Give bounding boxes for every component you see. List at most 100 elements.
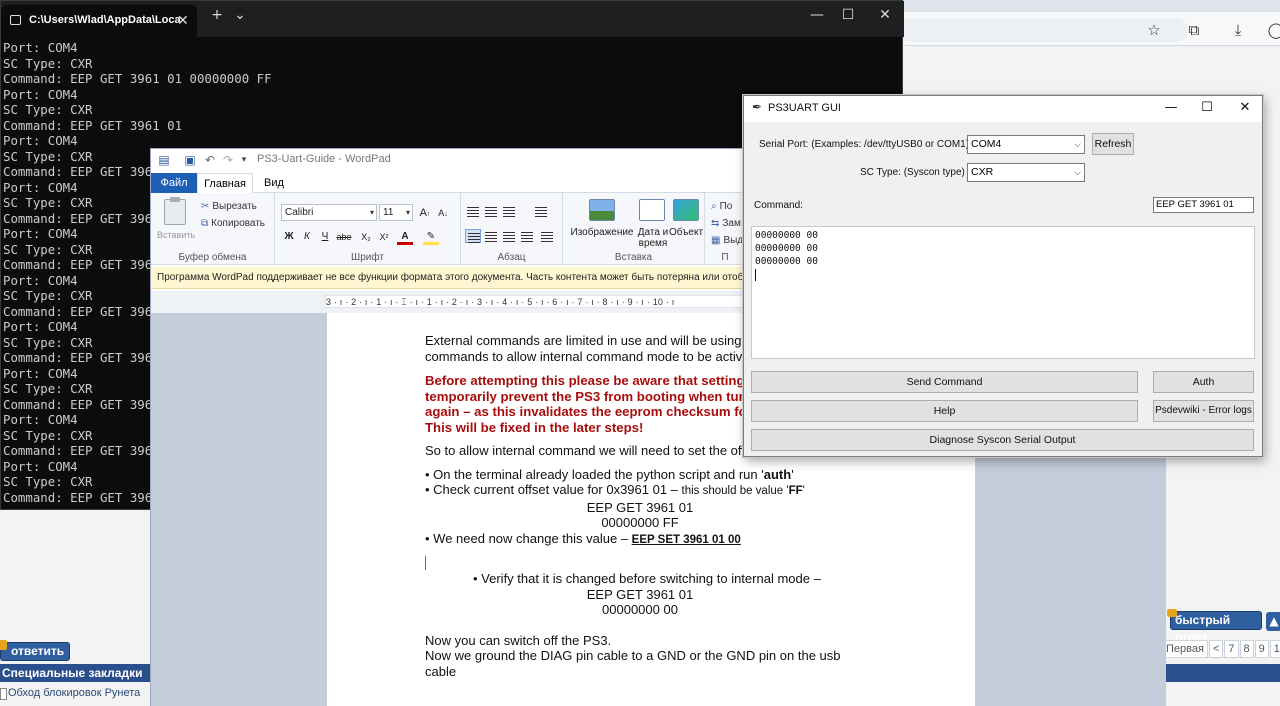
grow-font-icon[interactable]: A↑: [417, 205, 433, 221]
align-center-icon[interactable]: [483, 229, 499, 243]
font-family-select[interactable]: Calibri ▾: [281, 204, 377, 221]
reply-button[interactable]: ответить: [0, 640, 70, 661]
copy-label: Копировать: [211, 218, 265, 229]
replace-label: Зам: [722, 218, 741, 229]
help-button[interactable]: Help: [751, 400, 1138, 422]
terminal-tab[interactable]: C:\Users\Wlad\AppData\Loca ✕: [1, 5, 197, 37]
bypass-bookmark-link[interactable]: Обход блокировок Рунета: [0, 684, 160, 702]
increase-indent-icon[interactable]: [483, 204, 499, 218]
replace-button[interactable]: ⇆ Зам: [711, 218, 741, 229]
tab-view[interactable]: Вид: [255, 173, 293, 193]
select-all-button[interactable]: ▦ Выд: [711, 235, 743, 246]
justify-icon[interactable]: [519, 229, 535, 243]
downloads-icon[interactable]: ⤓: [1228, 20, 1248, 40]
close-icon[interactable]: ✕: [1235, 100, 1255, 115]
send-command-button[interactable]: Send Command: [751, 371, 1138, 393]
pager-page[interactable]: 9: [1254, 640, 1269, 658]
line-spacing-icon[interactable]: [533, 204, 549, 218]
font-family-value: Calibri: [285, 207, 314, 218]
strikethrough-button[interactable]: abe: [336, 229, 352, 245]
cut-label: Вырезать: [212, 201, 257, 212]
object-icon[interactable]: [673, 199, 699, 221]
undo-icon[interactable]: ↶: [203, 153, 217, 167]
feather-icon: ✒: [752, 100, 763, 114]
tab-close-icon[interactable]: ✕: [177, 5, 189, 35]
align-left-icon[interactable]: [465, 229, 481, 243]
doc-line: Now we ground the DIAG pin cable to a GN…: [425, 648, 841, 663]
shrink-font-icon[interactable]: A↓: [435, 205, 451, 221]
cut-button[interactable]: ✂ Вырезать: [201, 201, 257, 212]
pager-page[interactable]: 7: [1224, 640, 1239, 658]
bullet-list-icon[interactable]: [501, 204, 517, 218]
chevron-down-icon[interactable]: ⌄: [230, 7, 250, 23]
italic-button[interactable]: К: [299, 229, 315, 245]
paragraph-settings-icon[interactable]: [539, 229, 555, 243]
profile-icon[interactable]: ◯: [1266, 20, 1280, 40]
output-textarea[interactable]: 00000000 00 00000000 00 00000000 00: [751, 226, 1255, 359]
select-label: Выд: [723, 235, 744, 246]
clipboard-group: Вставить ✂ Вырезать ⧉ Копировать Буфер обм…: [151, 193, 275, 265]
bullet-text: • On the terminal already loaded the pyt…: [425, 466, 764, 482]
bold-button[interactable]: Ж: [281, 229, 297, 245]
font-group: Calibri ▾ 11 ▾ A↑ A↓ Ж К Ч abe X₂ X² A ✎ Ш…: [275, 193, 461, 265]
redo-icon[interactable]: ↷: [221, 153, 235, 167]
editing-group: ⌕ По ⇆ Зам ▦ Выд П: [705, 193, 745, 265]
refresh-button[interactable]: Refresh: [1092, 133, 1134, 155]
align-right-icon[interactable]: [501, 229, 517, 243]
chevron-down-icon: ▾: [405, 208, 410, 217]
diagnose-button[interactable]: Diagnose Syscon Serial Output: [751, 429, 1254, 451]
terminal-tab-title: C:\Users\Wlad\AppData\Loca: [29, 14, 181, 26]
bullet-line: • Check current offset value for 0x3961 …: [425, 482, 855, 500]
new-tab-icon[interactable]: +: [207, 7, 227, 23]
customize-toolbar-icon[interactable]: ▾: [237, 153, 251, 167]
error-logs-button[interactable]: Psdevwiki - Error logs: [1153, 400, 1254, 422]
bookmark-star-icon[interactable]: ☆: [1144, 20, 1164, 40]
quick-reply-button[interactable]: быстрый ответ: [1167, 609, 1262, 644]
underline-button[interactable]: Ч: [317, 229, 333, 245]
chevron-down-icon: ⌵: [1074, 167, 1081, 177]
pager-page[interactable]: 10: [1269, 640, 1280, 658]
calendar-clock-icon[interactable]: [639, 199, 665, 221]
close-icon[interactable]: ✕: [875, 7, 895, 23]
tab-home[interactable]: Главная: [197, 173, 253, 193]
pager-page[interactable]: 8: [1239, 640, 1254, 658]
sc-type-select[interactable]: CXR ⌵: [967, 163, 1085, 182]
decrease-indent-icon[interactable]: [465, 204, 481, 218]
find-icon: ⌕: [711, 201, 717, 212]
font-size-select[interactable]: 11 ▾: [379, 204, 413, 221]
minimize-icon[interactable]: —: [1161, 100, 1181, 115]
scissors-icon: ✂: [201, 201, 210, 212]
tab-file[interactable]: Файл: [151, 173, 197, 193]
pager-first[interactable]: Первая: [1162, 640, 1208, 658]
paste-button[interactable]: Вставить: [157, 230, 195, 240]
insert-object-button[interactable]: Объект: [667, 227, 705, 238]
terminal-line: SC Type: CXR: [3, 55, 93, 71]
find-button[interactable]: ⌕ По: [711, 201, 732, 212]
sc-type-value: CXR: [971, 166, 994, 178]
paste-icon[interactable]: [164, 197, 186, 225]
bullet-line: • We need now change this value – EEP SE…: [425, 531, 855, 549]
maximize-icon[interactable]: ☐: [1197, 100, 1217, 115]
save-icon[interactable]: ▣: [183, 153, 197, 167]
highlight-color-icon[interactable]: ✎: [423, 229, 439, 245]
maximize-icon[interactable]: ☐: [838, 7, 858, 23]
terminal-line: Port: COM4: [3, 40, 78, 55]
minimize-icon[interactable]: —: [807, 7, 827, 23]
output-line: 00000000 00: [755, 243, 818, 254]
image-icon[interactable]: [589, 199, 615, 221]
subscript-icon[interactable]: X₂: [358, 229, 374, 245]
scroll-up-icon[interactable]: ▲: [1266, 612, 1280, 631]
gui-titlebar: ✒ PS3UART GUI — ☐ ✕: [744, 96, 1262, 122]
superscript-icon[interactable]: X²: [376, 229, 392, 245]
doc-line: cable: [425, 663, 457, 679]
text-color-icon[interactable]: A: [397, 229, 413, 245]
copy-button[interactable]: ⧉ Копировать: [201, 218, 265, 229]
command-input[interactable]: EEP GET 3961 01: [1153, 197, 1254, 213]
auth-button[interactable]: Auth: [1153, 371, 1254, 393]
extensions-icon[interactable]: ⧉: [1184, 20, 1204, 40]
bullet-small: this should be value ': [681, 485, 789, 497]
insert-image-button[interactable]: Изображение: [567, 227, 637, 238]
pager-prev[interactable]: <: [1208, 640, 1224, 658]
serial-port-select[interactable]: COM4 ⌵: [967, 135, 1085, 154]
bullet-bold: FF: [788, 485, 803, 497]
